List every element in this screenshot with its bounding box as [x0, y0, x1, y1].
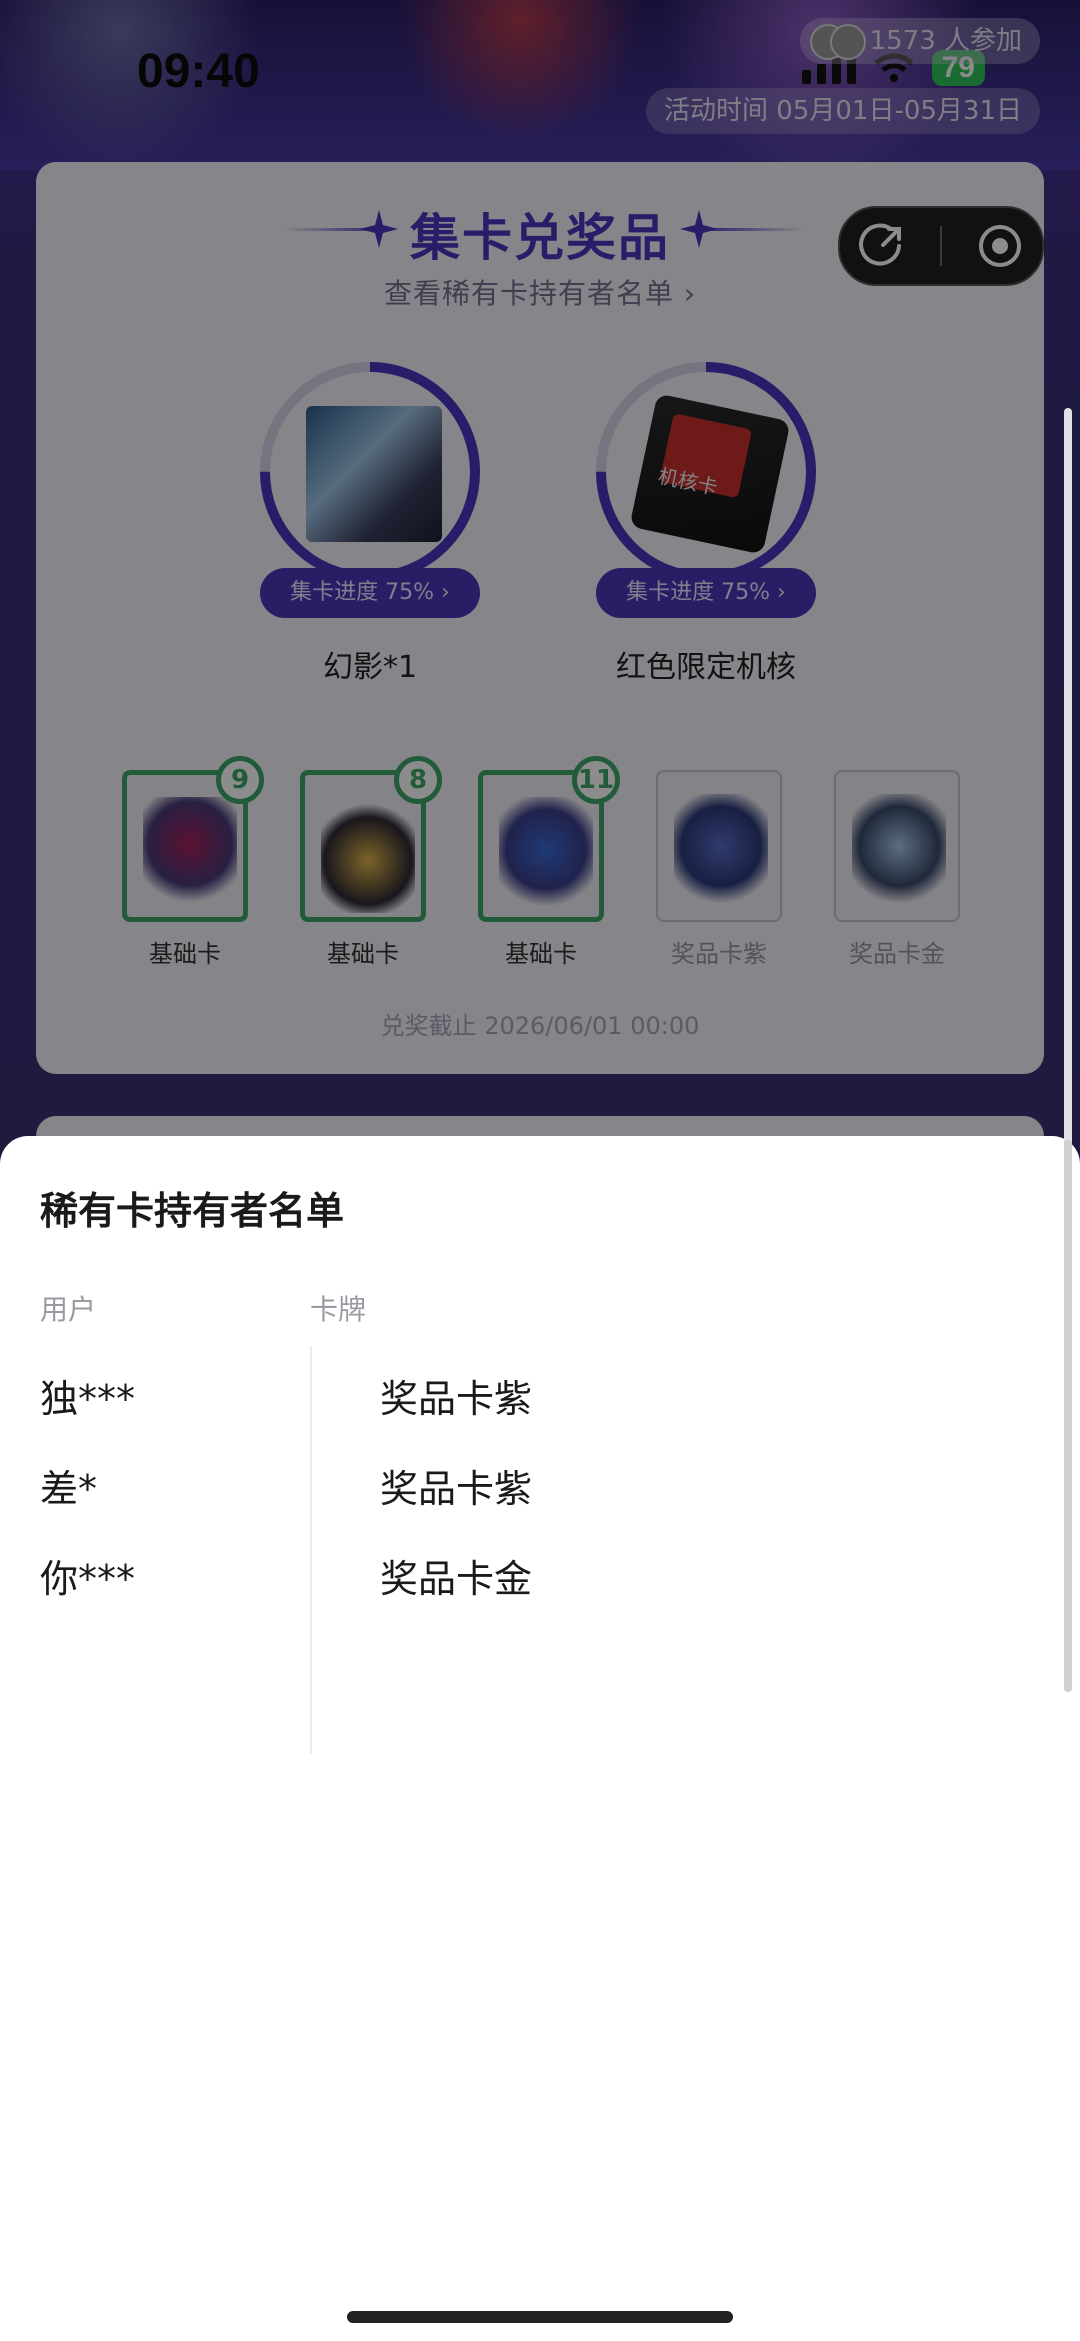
holder-card: 奖品卡紫	[380, 1467, 533, 1511]
holder-user: 你***	[40, 1557, 136, 1601]
holder-card: 奖品卡金	[380, 1557, 533, 1601]
column-divider	[310, 1346, 312, 1754]
column-header-card: 卡牌	[310, 1293, 367, 1326]
holder-user: 独***	[40, 1377, 136, 1421]
holder-user: 差*	[40, 1467, 98, 1511]
home-indicator[interactable]	[347, 2311, 733, 2323]
sheet-title: 稀有卡持有者名单	[40, 1189, 345, 1233]
holders-sheet: 稀有卡持有者名单 用户 卡牌 独*** 奖品卡紫 差* 奖品卡紫 你*** 奖品…	[0, 1136, 1080, 2341]
page-scrollbar[interactable]	[1064, 1140, 1072, 1692]
column-header-user: 用户	[40, 1293, 97, 1326]
holder-card: 奖品卡紫	[380, 1377, 533, 1421]
